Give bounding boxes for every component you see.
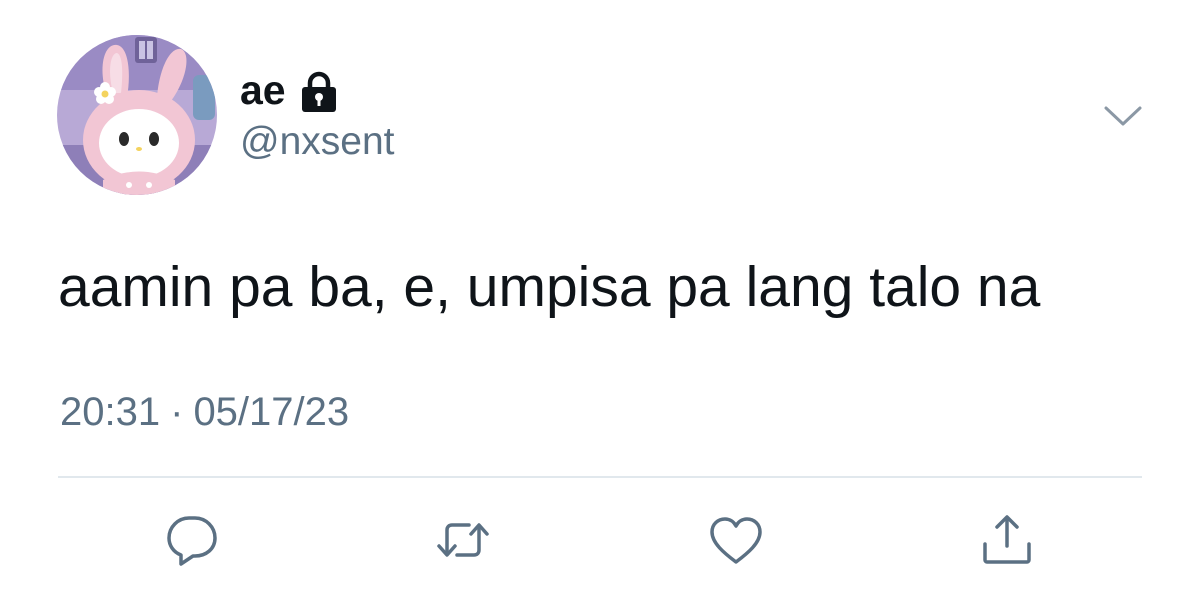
timestamp-separator: · (170, 390, 184, 434)
lock-icon (297, 70, 341, 114)
tweet-date: 05/17/23 (193, 390, 350, 434)
display-name[interactable]: ae (240, 69, 286, 111)
share-button[interactable] (977, 512, 1037, 568)
tweet-timestamp[interactable]: 20:31 · 05/17/23 (60, 392, 349, 432)
like-button[interactable] (706, 512, 766, 568)
heart-icon (710, 517, 762, 564)
reply-icon (167, 516, 217, 566)
chevron-down-icon[interactable] (1100, 100, 1146, 130)
tweet-text: aamin pa ba, e, umpisa pa lang talo na (58, 255, 1041, 319)
retweet-icon (437, 523, 489, 557)
user-name-row[interactable]: ae (240, 64, 341, 116)
tweet-time: 20:31 (60, 390, 161, 434)
tweet-card: ae @nxsent aamin pa ba, e, umpisa pa lan… (0, 0, 1200, 605)
retweet-button[interactable] (433, 512, 493, 568)
user-handle[interactable]: @nxsent (240, 122, 395, 161)
share-icon (983, 515, 1031, 564)
avatar-image (57, 35, 217, 195)
avatar[interactable] (57, 35, 217, 195)
reply-button[interactable] (163, 512, 223, 568)
divider (58, 476, 1142, 478)
